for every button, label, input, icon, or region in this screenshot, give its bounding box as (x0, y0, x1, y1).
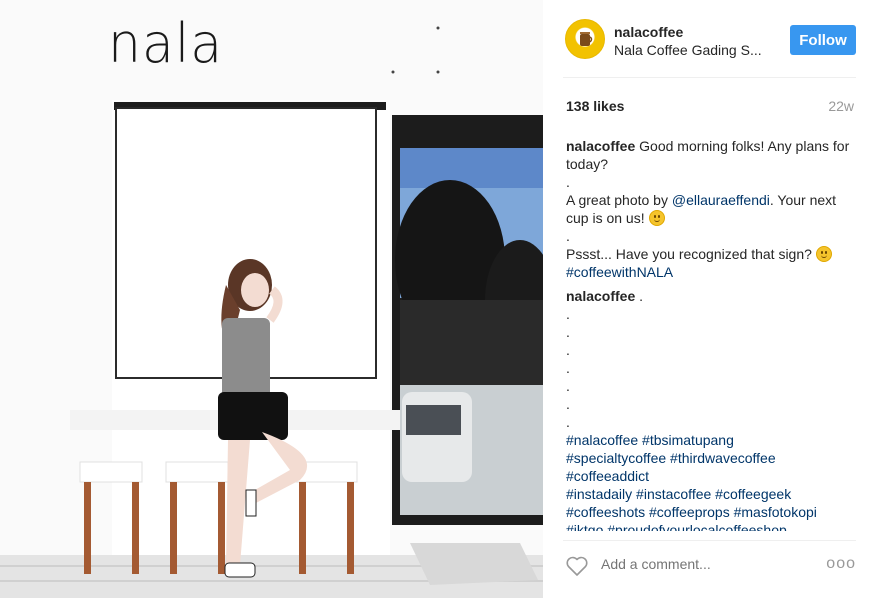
hashtag-line[interactable]: #nalacoffee #tbsimatupang (566, 431, 856, 449)
post-username[interactable]: nalacoffee (614, 24, 683, 40)
comment-dot: . (566, 360, 570, 376)
comment-text: . (635, 288, 644, 304)
caption-line2-pre: A great photo by (566, 192, 672, 208)
comment-item: nalacoffee . (566, 287, 856, 305)
comment-dot: . (566, 324, 570, 340)
post-side-panel: nalacoffee Nala Coffee Gading S... Follo… (543, 0, 876, 598)
hashtag-line[interactable]: #instadaily #instacoffee #coffeegeek (566, 485, 856, 503)
caption-line3: Pssst... Have you recognized that sign? (566, 245, 856, 263)
likes-count[interactable]: 138 likes (566, 98, 624, 114)
caption-username[interactable]: nalacoffee (566, 138, 635, 154)
photo-scene (0, 0, 543, 598)
post-footer: ooo (563, 540, 856, 590)
follow-button[interactable]: Follow (790, 25, 856, 55)
comment-dot: . (566, 342, 570, 358)
comment-dot: . (566, 414, 570, 430)
caption: nalacoffee Good morning folks! Any plans… (566, 137, 856, 173)
avatar[interactable] (565, 19, 605, 59)
hashtag-link[interactable]: #coffeewithNALA (566, 264, 673, 280)
post-location[interactable]: Nala Coffee Gading S... (614, 42, 762, 58)
smile-emoji-icon (648, 210, 665, 226)
hashtag-line[interactable]: #coffeeshots #coffeeprops #masfotokopi (566, 503, 856, 521)
comments-list: nalacoffee Good morning folks! Any plans… (566, 137, 856, 531)
caption-line3-text: Pssst... Have you recognized that sign? (566, 246, 812, 262)
caption-dot-2: . (566, 228, 570, 244)
comment-dot: . (566, 306, 570, 322)
post-photo[interactable]: nala (0, 0, 543, 598)
mention-link[interactable]: @ellauraeffendi (672, 192, 770, 208)
comment-username[interactable]: nalacoffee (566, 288, 635, 304)
comment-dot: . (566, 396, 570, 412)
comment-dot: . (566, 378, 570, 394)
post-timestamp[interactable]: 22w (828, 98, 854, 114)
more-options-icon[interactable]: ooo (826, 555, 856, 573)
wink-tongue-emoji-icon (815, 246, 832, 262)
hashtag-line[interactable]: #coffeeaddict (566, 467, 856, 485)
add-comment-input[interactable] (601, 556, 811, 572)
hashtag-line[interactable]: #specialtycoffee #thirdwavecoffee (566, 449, 856, 467)
coffee-cup-icon (580, 32, 593, 46)
brand-logo: nala (108, 12, 224, 76)
caption-line2: A great photo by @ellauraeffendi. Your n… (566, 191, 856, 227)
caption-dot: . (566, 174, 570, 190)
hashtag-line[interactable]: #iktgo #proudofyourlocalcoffeeshop (566, 521, 856, 531)
post-header: nalacoffee Nala Coffee Gading S... Follo… (563, 16, 856, 78)
heart-icon[interactable] (565, 555, 589, 577)
